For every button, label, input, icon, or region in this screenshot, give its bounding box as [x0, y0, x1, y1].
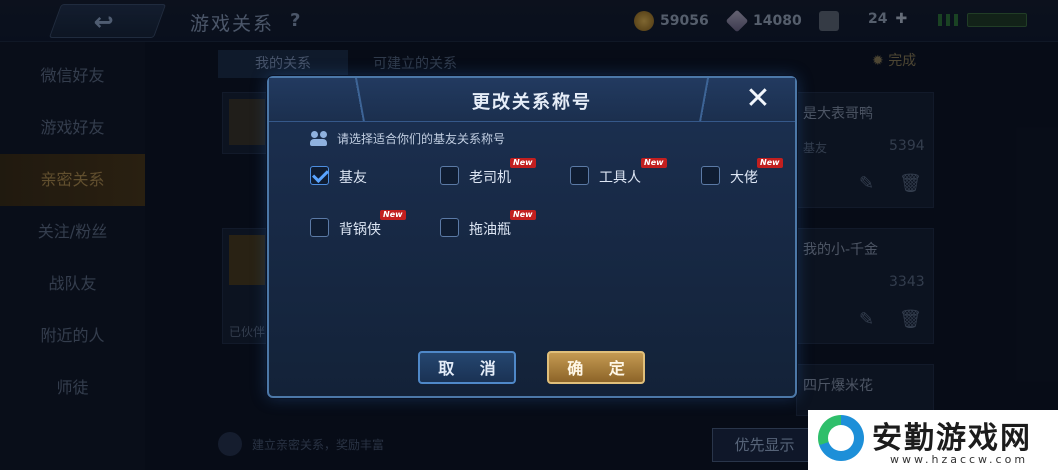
option-jiyou[interactable]: 基友: [310, 164, 410, 188]
change-title-dialog: 更改关系称号 ✕ 请选择适合你们的基友关系称号 基友 老司机 New 工具人 N…: [267, 76, 797, 398]
checkbox[interactable]: [440, 218, 459, 237]
new-badge: New: [510, 210, 536, 220]
watermark-name: 安勤游戏网: [872, 421, 1032, 456]
dialog-header: 更改关系称号 ✕: [269, 77, 795, 122]
new-badge: New: [380, 210, 406, 220]
new-badge: New: [641, 158, 667, 168]
confirm-button[interactable]: 确 定: [547, 351, 645, 384]
cancel-button[interactable]: 取 消: [418, 351, 516, 384]
option-dalao[interactable]: 大佬 New: [701, 158, 791, 188]
site-logo-icon: [818, 415, 864, 461]
checkbox[interactable]: [570, 166, 589, 185]
friends-icon: [309, 129, 329, 147]
option-beiguoxia[interactable]: 背锅侠 New: [310, 210, 420, 240]
option-label: 基友: [339, 170, 367, 186]
option-laosiji[interactable]: 老司机 New: [440, 158, 550, 188]
watermark: 安勤游戏网 www.hzaccw.com: [808, 410, 1058, 470]
new-badge: New: [757, 158, 783, 168]
option-label: 工具人: [599, 170, 641, 186]
option-label: 拖油瓶: [469, 222, 511, 238]
checkbox[interactable]: [440, 166, 459, 185]
checkbox[interactable]: [310, 218, 329, 237]
watermark-url: www.hzaccw.com: [890, 453, 1029, 466]
option-tuoyouping[interactable]: 拖油瓶 New: [440, 210, 550, 240]
dialog-title: 更改关系称号: [472, 92, 592, 113]
option-label: 大佬: [730, 170, 758, 186]
new-badge: New: [510, 158, 536, 168]
dialog-instruction: 请选择适合你们的基友关系称号: [337, 132, 506, 146]
option-gongjuren[interactable]: 工具人 New: [570, 158, 680, 188]
checkbox-checked[interactable]: [310, 166, 329, 185]
option-label: 老司机: [469, 170, 511, 186]
checkbox[interactable]: [701, 166, 720, 185]
option-label: 背锅侠: [339, 222, 381, 238]
close-x-icon[interactable]: ✕: [741, 82, 775, 116]
